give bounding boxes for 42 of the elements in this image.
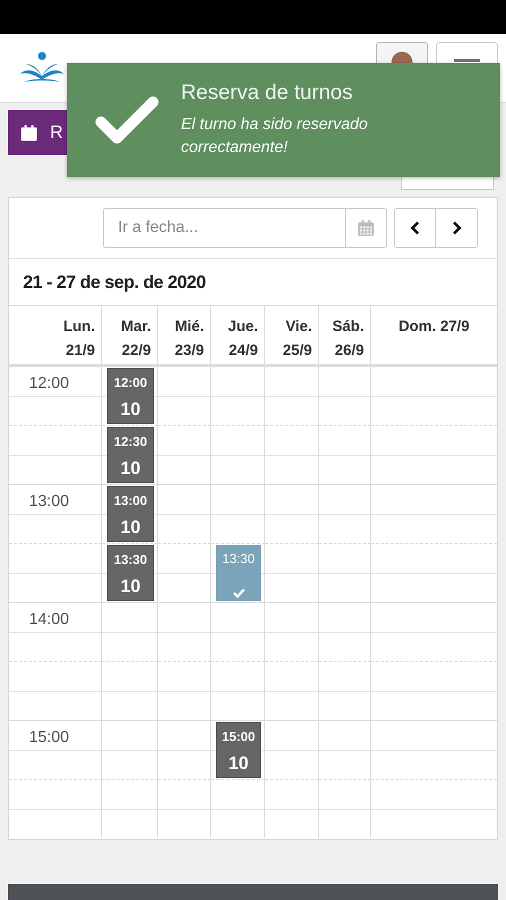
time-label: 14:00 xyxy=(29,611,70,629)
check-icon xyxy=(232,588,244,598)
grid-cell xyxy=(319,543,371,602)
day-header: Jue. 24/9 xyxy=(228,317,258,361)
time-slot[interactable]: 13:00 10 xyxy=(107,486,154,542)
time-slot[interactable]: 12:30 10 xyxy=(107,427,154,483)
chevron-left-icon xyxy=(410,221,420,235)
next-button[interactable] xyxy=(436,208,478,248)
grid-cell xyxy=(158,602,211,661)
grid-cell xyxy=(319,661,371,720)
day-header: Mar. 22/9 xyxy=(120,317,151,361)
time-label: 15:00 xyxy=(29,729,70,747)
day-header: Sáb. 26/9 xyxy=(332,317,364,361)
grid-cell xyxy=(265,484,319,543)
grid-cell xyxy=(319,602,371,661)
time-slot[interactable]: 15:00 10 xyxy=(216,722,261,778)
day-header: Lun. 21/9 xyxy=(63,317,95,361)
calendar-icon xyxy=(357,219,375,237)
grid-cell xyxy=(211,425,265,484)
grid-cell xyxy=(265,425,319,484)
previous-button[interactable] xyxy=(394,208,436,248)
chevron-right-icon xyxy=(452,221,462,235)
grid-cell xyxy=(319,720,371,779)
grid-cell xyxy=(158,661,211,720)
grid-cell xyxy=(265,602,319,661)
toast-message: El turno ha sido reservado correctamente! xyxy=(181,115,369,158)
day-header: Mié. 23/9 xyxy=(174,317,204,361)
grid-cell xyxy=(319,425,371,484)
time-label: 12:00 xyxy=(29,375,70,393)
date-range-title: 21 - 27 de sep. de 2020 xyxy=(9,259,497,306)
time-label: 13:00 xyxy=(29,493,70,511)
time-slot[interactable]: 13:30 10 xyxy=(107,545,154,601)
date-field[interactable]: Ir a fecha... xyxy=(103,208,345,248)
grid-cell xyxy=(102,661,158,720)
day-header: Dom. 27/9 xyxy=(398,317,470,337)
grid-cell xyxy=(319,484,371,543)
check-icon xyxy=(95,94,159,146)
time-slot[interactable]: 12:00 10 xyxy=(107,368,154,424)
calendar-icon xyxy=(20,124,38,142)
grid-cell xyxy=(265,661,319,720)
toast-title: Reserva de turnos xyxy=(181,81,354,105)
day-header: Vie. 25/9 xyxy=(282,317,312,361)
